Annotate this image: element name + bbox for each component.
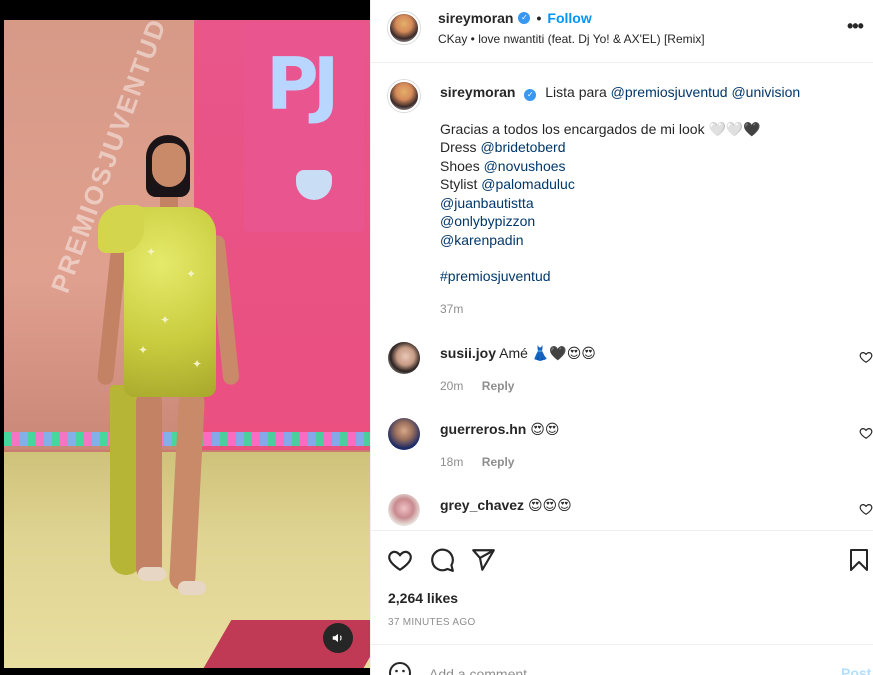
post-header: sireymoran ✓ • Follow CKay • love nwanti… <box>371 0 873 63</box>
reply-button[interactable]: Reply <box>482 455 515 469</box>
mention-link[interactable]: @karenpadin <box>440 231 860 250</box>
mention-link[interactable]: @juanbautistta <box>440 194 860 213</box>
comment-icon[interactable] <box>429 547 455 573</box>
likes-count[interactable]: 2,264 likes <box>388 590 458 606</box>
hashtag-link[interactable]: #premiosjuventud <box>440 267 860 286</box>
more-options-icon[interactable]: ••• <box>847 16 864 37</box>
media-top-bar <box>0 0 370 20</box>
like-comment-heart-icon[interactable] <box>859 502 873 516</box>
comment-item: grey_chavez 😍😍😍 <box>440 496 572 515</box>
post-comment-button[interactable]: Post <box>841 665 871 675</box>
post-time[interactable]: 37 MINUTES AGO <box>388 617 476 628</box>
speaker-icon <box>332 633 342 643</box>
woman-in-dress: ✦ ✦ ✦ ✦ ✦ <box>94 135 244 605</box>
share-icon[interactable] <box>470 547 496 573</box>
header-separator: • <box>536 10 542 26</box>
audio-track-link[interactable]: CKay • love nwantiti (feat. Dj Yo! & AX'… <box>438 32 705 46</box>
like-comment-heart-icon[interactable] <box>859 350 873 364</box>
caption-label: Dress <box>440 139 477 155</box>
verified-badge-icon: ✓ <box>524 89 537 101</box>
caption-label: Shoes <box>440 157 480 174</box>
like-heart-icon[interactable] <box>387 547 413 573</box>
comment-text: 😍😍 <box>530 421 560 437</box>
commenter-avatar[interactable] <box>388 494 420 526</box>
caption-username[interactable]: sireymoran <box>440 84 515 100</box>
mention-link[interactable]: @palomaduluc <box>481 176 575 192</box>
pj-logo: PJ <box>266 42 340 126</box>
caption-avatar[interactable] <box>388 80 420 112</box>
like-comment-heart-icon[interactable] <box>859 426 873 440</box>
emoji-icon[interactable] <box>388 661 412 675</box>
post-details-panel: sireymoran ✓ • Follow CKay • love nwanti… <box>370 0 873 675</box>
comment-input[interactable] <box>429 662 809 675</box>
caption-label: Stylist <box>440 176 478 192</box>
comment-username[interactable]: susii.joy <box>440 345 496 361</box>
comment-username[interactable]: guerreros.hn <box>440 421 526 437</box>
verified-badge-icon: ✓ <box>518 12 531 24</box>
comment-username[interactable]: grey_chavez <box>440 497 524 513</box>
caption-line: Gracias a todos los encargados de mi loo… <box>440 120 761 137</box>
caption-intro: Lista para <box>545 84 607 100</box>
comments-list[interactable]: sireymoran ✓ Lista para @premiosjuventud… <box>371 64 873 530</box>
author-username[interactable]: sireymoran <box>438 10 513 26</box>
post-media[interactable]: PREMIOSJUVENTUD PJ ✦ ✦ ✦ ✦ ✦ <box>0 0 370 675</box>
mention-link[interactable]: @bridetoberd <box>480 139 565 155</box>
add-comment-bar: Post <box>371 644 873 675</box>
comment-time[interactable]: 18m <box>440 455 463 469</box>
reply-button[interactable]: Reply <box>482 379 515 393</box>
audio-toggle-button[interactable] <box>323 623 353 653</box>
commenter-avatar[interactable] <box>388 342 420 374</box>
mention-link[interactable]: @premiosjuventud <box>611 84 728 100</box>
post-photo[interactable]: PREMIOSJUVENTUD PJ ✦ ✦ ✦ ✦ ✦ <box>4 20 370 668</box>
comment-item: guerreros.hn 😍😍 18m Reply <box>440 420 559 471</box>
caption-time[interactable]: 37m <box>440 302 860 316</box>
mention-link[interactable]: @univision <box>731 84 800 100</box>
commenter-avatar[interactable] <box>388 418 420 450</box>
post-actions: 2,264 likes 37 MINUTES AGO Post <box>371 530 873 675</box>
save-bookmark-icon[interactable] <box>847 547 871 573</box>
mention-link[interactable]: @novushoes <box>484 158 566 174</box>
follow-button[interactable]: Follow <box>547 10 591 26</box>
comment-text: 😍😍😍 <box>527 497 572 513</box>
comment-item: susii.joy Amé 👗🖤😍😍 20m Reply <box>440 344 596 395</box>
comment-time[interactable]: 20m <box>440 379 463 393</box>
mention-link[interactable]: @onlybypizzon <box>440 212 860 231</box>
author-avatar[interactable] <box>388 12 420 44</box>
caption-block: sireymoran ✓ Lista para @premiosjuventud… <box>440 83 860 316</box>
comment-text: Amé 👗🖤😍😍 <box>499 345 596 361</box>
